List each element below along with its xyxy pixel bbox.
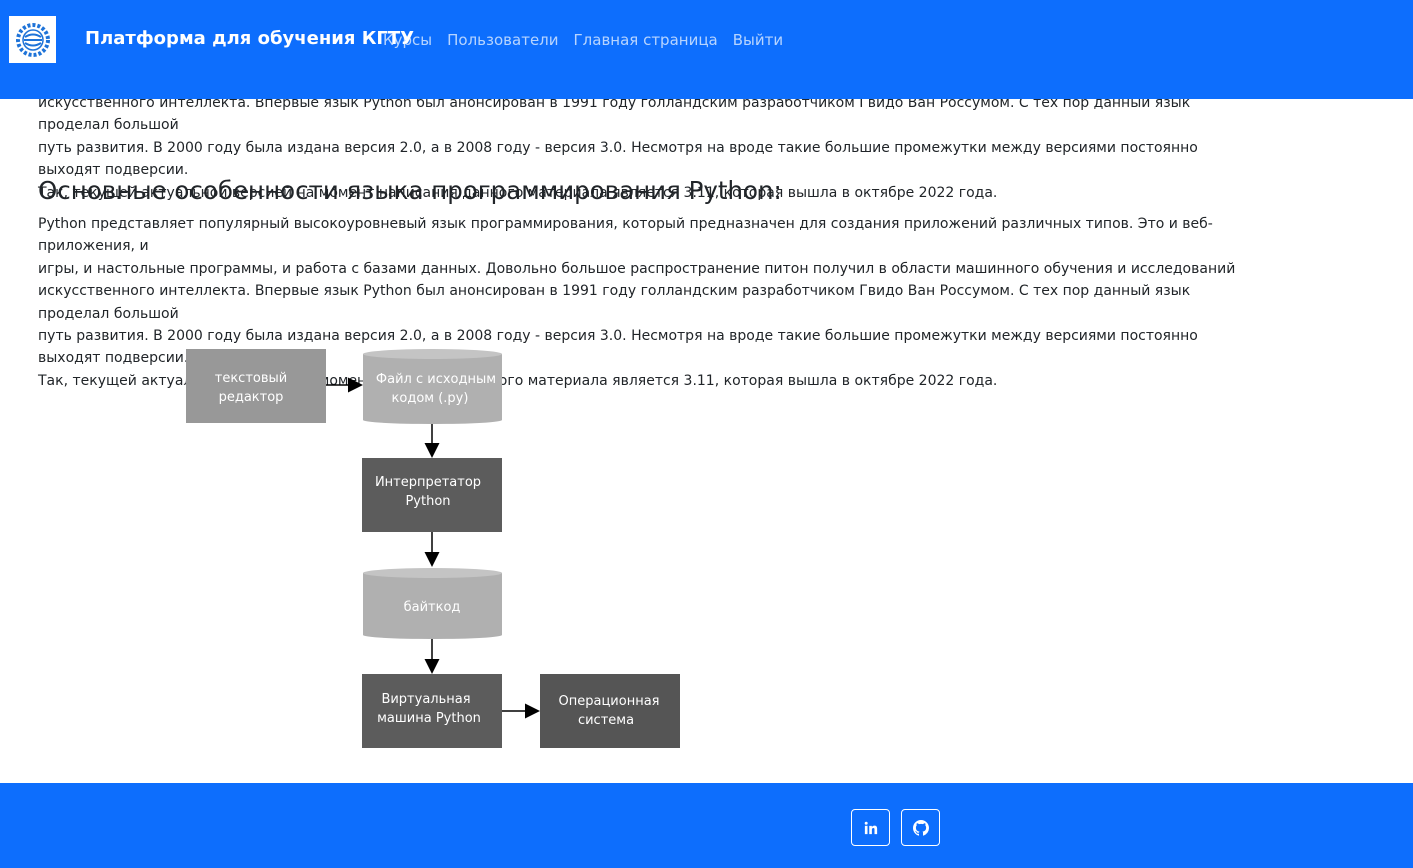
node-bytecode: байткод [363,568,502,639]
footer [0,783,1413,868]
node-label: Виртуальная [381,692,470,707]
node-operating-system: Операционная система [540,674,680,748]
paragraph-line: Python представляет популярный высокоуро… [38,216,1213,255]
node-label: кодом (.py) [392,391,469,406]
paragraph-line: игры, и настольные программы, и работа с… [38,260,1236,277]
node-label: текстовый [215,371,287,386]
section-heading: Основные особенности языка программирова… [38,176,782,205]
github-icon [912,819,929,836]
nav-link-users[interactable]: Пользователи [447,31,558,49]
university-logo[interactable] [9,16,56,63]
nav-link-courses[interactable]: Курсы [383,31,432,49]
paragraph-line: путь развития. В 2000 году была издана в… [38,139,1198,179]
brand-title[interactable]: Платформа для обучения КГТУ [85,28,414,49]
nav-link-home[interactable]: Главная страница [574,31,718,49]
nav-link-logout[interactable]: Выйти [733,31,783,49]
nav-links: Курсы Пользователи Главная страница Выйт… [383,31,783,49]
node-label: машина Python [377,711,481,726]
node-interpreter: Интерпретатор Python [362,458,502,532]
node-text-editor: текстовый редактор [186,349,326,423]
node-label: байткод [404,600,461,615]
node-virtual-machine: Виртуальная машина Python [362,674,502,748]
gear-logo-icon [15,22,50,57]
paragraph-line: искусственного интеллекта. Впервые язык … [38,283,1191,322]
node-label: Операционная [559,694,660,709]
python-execution-diagram: текстовый редактор Файл с исходным кодом… [186,349,680,748]
node-source-file: Файл с исходным кодом (.py) [363,349,502,424]
github-button[interactable] [901,809,940,846]
linkedin-icon [864,821,877,834]
node-label: Интерпретатор [375,475,481,490]
node-label: Python [405,494,450,509]
node-label: Файл с исходным [376,372,496,387]
node-label: система [578,713,634,728]
node-label: редактор [219,390,284,405]
navbar: Платформа для обучения КГТУ Курсы Пользо… [0,0,1413,99]
linkedin-button[interactable] [851,809,890,846]
